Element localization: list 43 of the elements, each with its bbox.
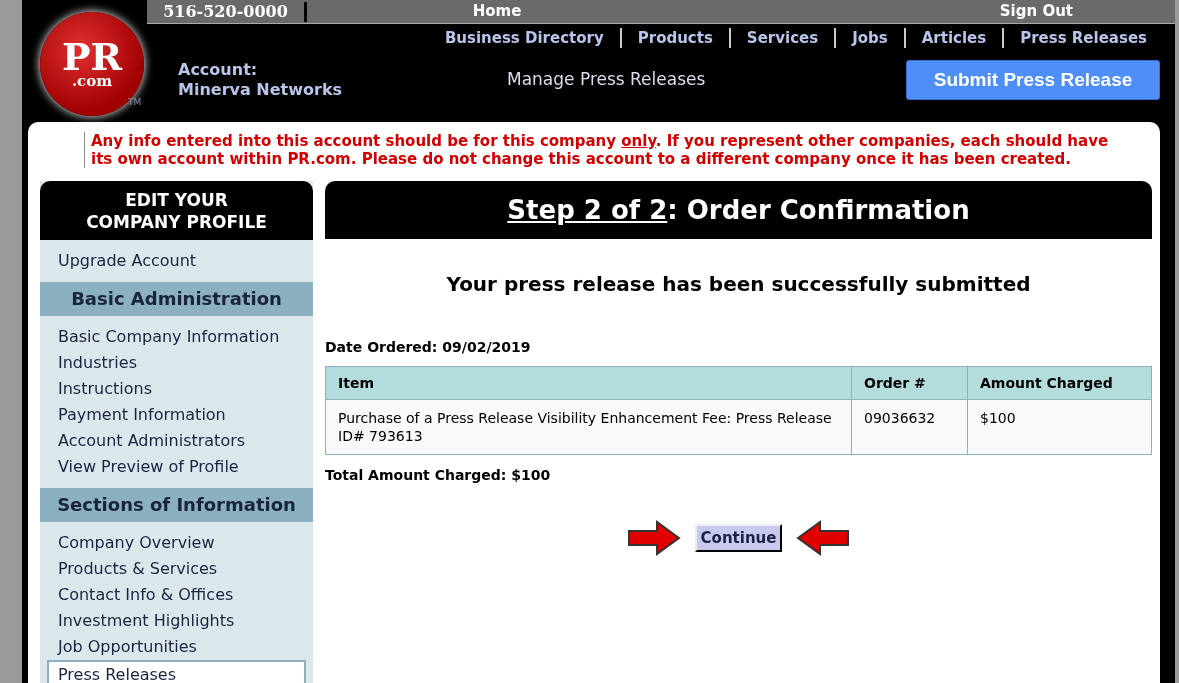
arrow-icon [626,520,681,556]
date-ordered: Date Ordered: 09/02/2019 [325,338,532,357]
home-link[interactable]: Home [307,0,687,23]
sidebar-link[interactable]: Industries [40,350,313,376]
sidebar-link[interactable]: Investment Highlights [40,608,313,634]
arrow-icon [796,520,851,556]
column-header: Amount Charged [967,366,1152,400]
account-notice: Any info entered into this account should be for this company only. If you represent other companies, each should have its own account within PR.com. Please do not change this account to a different company once it has been created. [84,132,1120,168]
nav-link[interactable]: Business Directory [428,28,620,48]
sidebar-link[interactable]: Press Releases [47,660,306,683]
phone-number: 516-520-0000 [147,1,307,22]
column-header: Item [325,366,852,400]
account-name: Minerva Networks [178,80,344,100]
success-message: Your press release has been successfully submitted [445,271,1032,298]
sidebar-link[interactable]: View Preview of Profile [40,454,313,480]
nav-link[interactable]: Jobs [834,28,904,48]
table-cell: Purchase of a Press Release Visibility Enhancement Fee: Press Release ID# 793613 [325,399,852,455]
sidebar-link[interactable]: Basic Company Information [40,324,313,350]
sidebar-section-heading: Basic Administration [40,282,313,316]
sidebar-section-heading: Sections of Information [40,488,313,522]
sidebar-link[interactable]: Payment Information [40,402,313,428]
sidebar-title: EDIT YOUR COMPANY PROFILE [40,181,313,240]
nav-link[interactable]: Products [619,28,729,48]
account-label: Account: [178,60,259,80]
sidebar-link[interactable]: Company Overview [40,530,313,556]
sidebar-link[interactable]: Account Administrators [40,428,313,454]
nav-link[interactable]: Services [728,28,835,48]
manage-press-releases-link[interactable]: Manage Press Releases [507,67,887,93]
total-amount: Total Amount Charged: $100 [325,466,552,485]
sidebar-link[interactable]: Instructions [40,376,313,402]
table-cell: $100 [967,399,1152,455]
column-header: Order # [851,366,968,400]
sidebar-link[interactable]: Contact Info & Offices [40,582,313,608]
trademark-mark: TM [128,96,142,109]
sidebar-link[interactable]: Job Opportunities [40,634,313,660]
nav-link[interactable]: Press Releases [1002,28,1163,48]
continue-button[interactable]: Continue [694,524,783,552]
sign-out-link[interactable]: Sign Out [687,0,1127,23]
table-cell: 09036632 [851,399,968,455]
nav-link[interactable]: Articles [903,28,1003,48]
sidebar-link[interactable]: Products & Services [40,556,313,582]
sidebar-link[interactable]: Upgrade Account [40,248,313,274]
step-heading: Step 2 of 2: Order Confirmation [325,181,1152,239]
